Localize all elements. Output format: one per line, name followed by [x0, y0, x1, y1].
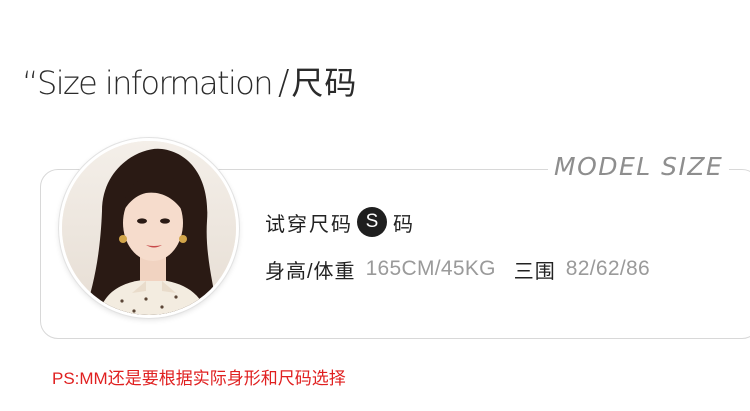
fit-size-prefix: 试穿尺码 [265, 213, 353, 236]
section-title-en: “Size information [22, 64, 274, 102]
height-weight-value: 165CM/45KG [365, 257, 496, 280]
fit-size-suffix: 码 [393, 213, 415, 236]
size-badge: S [357, 207, 387, 237]
model-portrait-image [62, 141, 236, 315]
model-size-label: MODEL SIZE [548, 152, 730, 181]
section-title: “Size information/尺码 [22, 58, 357, 104]
ps-note: PS:MM还是要根据实际身形和尺码选择 [52, 369, 346, 388]
fit-size-row: 试穿尺码 S 码 [265, 206, 415, 238]
body-stats-row: 身高/体重 165CM/45KG 三围 82/62/86 [265, 253, 650, 285]
section-title-slash: / [277, 63, 290, 103]
measurements-label: 三围 [513, 260, 556, 283]
model-avatar [59, 138, 239, 318]
section-title-cn: 尺码 [291, 64, 358, 102]
height-weight-label: 身高/体重 [265, 260, 356, 283]
measurements-value: 82/62/86 [565, 257, 650, 280]
